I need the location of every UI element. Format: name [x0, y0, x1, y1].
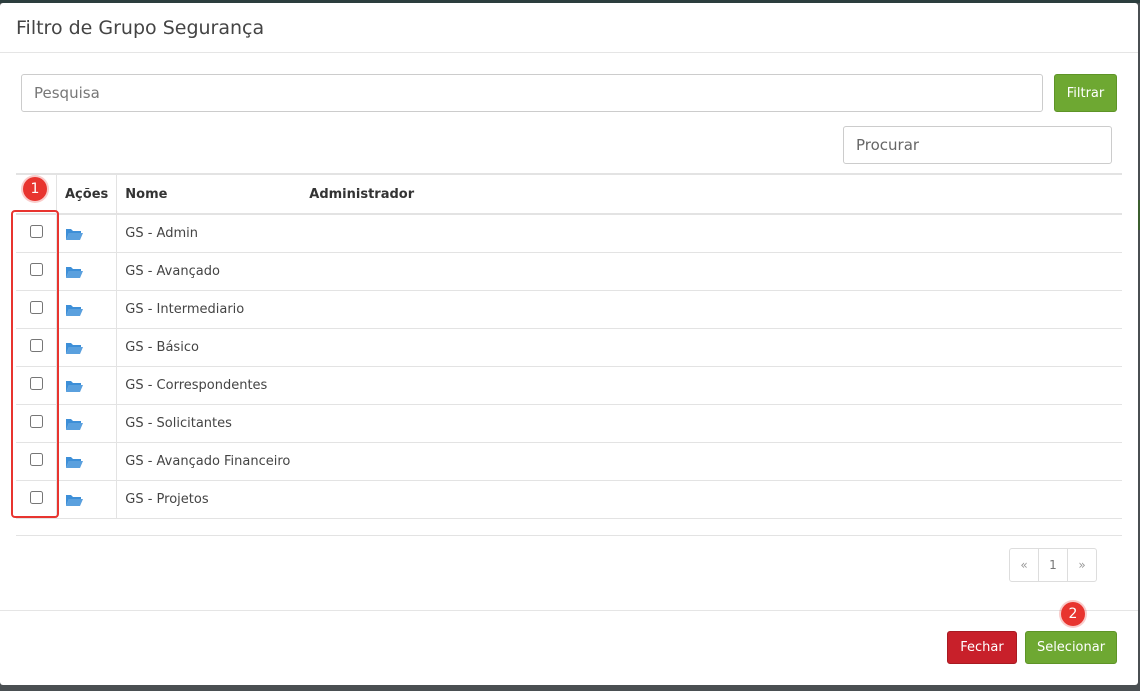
- table-row: GS - Correspondentes: [16, 366, 1122, 405]
- footer-divider: [0, 610, 1138, 611]
- row-name: GS - Correspondentes: [116, 366, 302, 405]
- folder-open-icon[interactable]: [65, 493, 83, 507]
- row-actions-cell: [56, 214, 118, 253]
- row-actions-cell: [56, 366, 118, 405]
- row-actions-cell: [56, 328, 118, 367]
- row-name: GS - Avançado Financeiro: [116, 442, 302, 481]
- row-name: GS - Solicitantes: [116, 404, 302, 443]
- security-group-table: Ações Nome Administrador GS - Admin GS - …: [16, 173, 1122, 519]
- row-admin: [301, 480, 1122, 519]
- row-actions-cell: [56, 480, 118, 519]
- row-actions-cell: [56, 290, 118, 329]
- table-row: GS - Admin: [16, 214, 1122, 253]
- table-row: GS - Solicitantes: [16, 404, 1122, 443]
- row-admin: [301, 214, 1122, 253]
- row-name: GS - Admin: [116, 214, 302, 253]
- modal-title: Filtro de Grupo Segurança: [16, 16, 265, 39]
- folder-open-icon[interactable]: [65, 303, 83, 317]
- row-name: GS - Intermediario: [116, 290, 302, 329]
- select-button[interactable]: Selecionar: [1025, 631, 1117, 664]
- table-row: GS - Avançado Financeiro: [16, 442, 1122, 481]
- header-name: Nome: [116, 173, 302, 215]
- row-name: GS - Avançado: [116, 252, 302, 291]
- folder-open-icon[interactable]: [65, 455, 83, 469]
- filter-modal: Filtro de Grupo Segurança Filtrar Ações …: [0, 3, 1138, 685]
- annotation-badge-2: 2: [1061, 602, 1085, 626]
- table-row: GS - Avançado: [16, 252, 1122, 291]
- row-admin: [301, 366, 1122, 405]
- pagination-page-1[interactable]: 1: [1038, 548, 1068, 582]
- row-admin: [301, 442, 1122, 481]
- annotation-badge-1: 1: [23, 177, 47, 201]
- table-divider: [16, 535, 1122, 536]
- pagination-next[interactable]: »: [1067, 548, 1097, 582]
- pagination: « 1 »: [1009, 548, 1097, 582]
- filter-button[interactable]: Filtrar: [1054, 74, 1117, 112]
- row-actions-cell: [56, 404, 118, 443]
- folder-open-icon[interactable]: [65, 341, 83, 355]
- search-row: Filtrar: [21, 74, 1117, 112]
- header-actions: Ações: [56, 173, 118, 215]
- row-actions-cell: [56, 252, 118, 291]
- table-row: GS - Projetos: [16, 480, 1122, 519]
- header-admin: Administrador: [301, 173, 1122, 215]
- table-search-input[interactable]: [843, 126, 1112, 164]
- pagination-prev[interactable]: «: [1009, 548, 1039, 582]
- close-button[interactable]: Fechar: [947, 631, 1017, 664]
- annotation-highlight-box: [11, 210, 59, 518]
- row-admin: [301, 252, 1122, 291]
- search-input[interactable]: [21, 74, 1043, 112]
- table-row: GS - Intermediario: [16, 290, 1122, 329]
- row-admin: [301, 328, 1122, 367]
- folder-open-icon[interactable]: [65, 265, 83, 279]
- row-name: GS - Básico: [116, 328, 302, 367]
- folder-open-icon[interactable]: [65, 227, 83, 241]
- folder-open-icon[interactable]: [65, 417, 83, 431]
- row-admin: [301, 404, 1122, 443]
- row-actions-cell: [56, 442, 118, 481]
- row-admin: [301, 290, 1122, 329]
- row-name: GS - Projetos: [116, 480, 302, 519]
- modal-header: Filtro de Grupo Segurança: [0, 3, 1138, 53]
- folder-open-icon[interactable]: [65, 379, 83, 393]
- table-row: GS - Básico: [16, 328, 1122, 367]
- table-header-row: Ações Nome Administrador: [16, 173, 1122, 215]
